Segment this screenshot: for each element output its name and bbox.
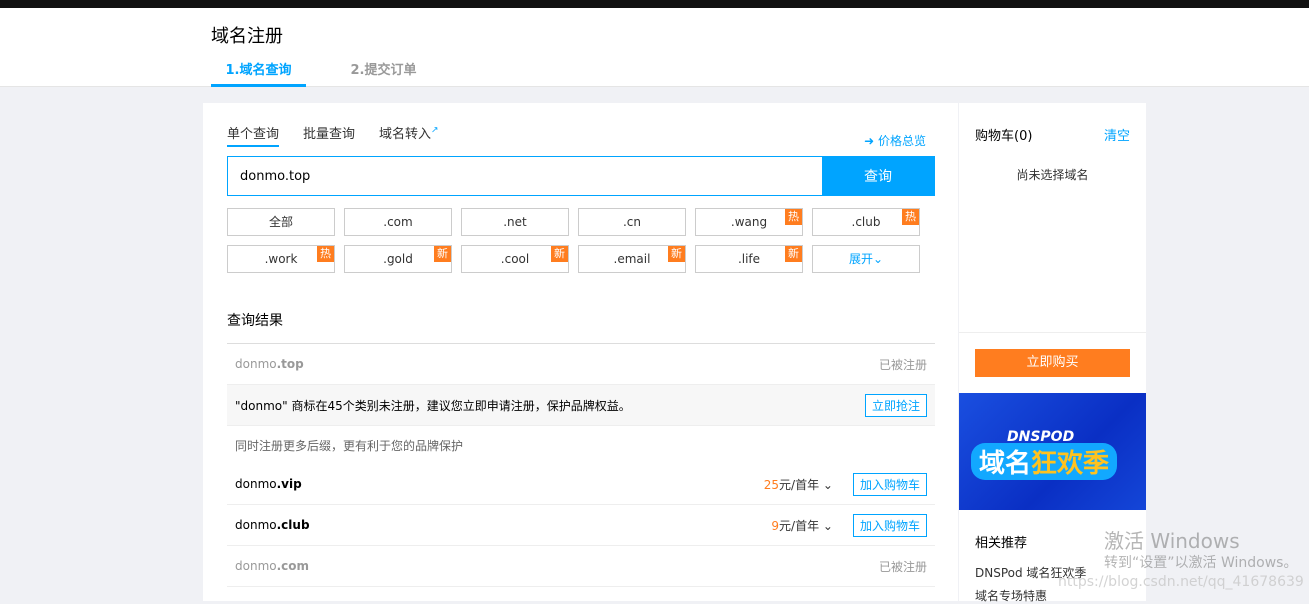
related-title: 相关推荐 — [975, 536, 1028, 551]
domain-name: donmo.vip — [235, 477, 302, 491]
new-badge: 新 — [551, 246, 568, 262]
step-domain-query[interactable]: 1.域名查询 — [211, 60, 306, 87]
suffix-label: .com — [383, 215, 413, 229]
suffix-option[interactable]: .cool 新 — [461, 245, 569, 273]
suffix-label: .club — [851, 215, 881, 229]
chevron-down-icon: ⌄ — [872, 252, 884, 266]
results-title: 查询结果 — [227, 313, 283, 329]
search-button[interactable]: 查询 — [822, 157, 934, 195]
windows-watermark-title: 激活 Windows — [1104, 529, 1240, 553]
blog-watermark: https://blog.csdn.net/qq_41678639 — [1058, 574, 1304, 590]
step-submit-order[interactable]: 2.提交订单 — [336, 60, 431, 87]
status-registered: 已被注册 — [878, 559, 927, 574]
divider — [959, 332, 1146, 333]
suffix-option[interactable]: .wang 热 — [695, 208, 803, 236]
suffix-option[interactable]: .email 新 — [578, 245, 686, 273]
banner-title: 域名狂欢季 — [971, 443, 1118, 480]
new-badge: 新 — [785, 246, 802, 262]
hot-badge: 热 — [785, 209, 802, 225]
result-row: donmo.top 已被注册 — [227, 344, 935, 385]
steps: 1.域名查询 2.提交订单 — [211, 60, 461, 87]
suffix-option[interactable]: 全部 — [227, 208, 335, 236]
hot-badge: 热 — [902, 209, 919, 225]
trademark-row: "donmo" 商标在45个类别未注册，建议您立即申请注册，保护品牌权益。 立即… — [227, 385, 935, 426]
domain-name: donmo.club — [235, 518, 310, 532]
hot-badge: 热 — [317, 246, 334, 262]
windows-watermark-text: 转到“设置”以激活 Windows。 — [1104, 555, 1298, 571]
register-trademark-button[interactable]: 立即抢注 — [864, 393, 927, 417]
suffix-label: .email — [613, 252, 651, 266]
clear-cart-link[interactable]: 清空 — [1104, 125, 1130, 144]
external-link-icon: ↗ — [431, 125, 439, 136]
page-header: 域名注册 1.域名查询 2.提交订单 — [0, 8, 1309, 87]
domain-name: donmo.top — [235, 357, 304, 371]
suffix-option[interactable]: .com — [344, 208, 452, 236]
new-badge: 新 — [434, 246, 451, 262]
promo-banner[interactable]: DNSPOD 域名狂欢季 — [959, 393, 1146, 510]
suffix-label: .cool — [500, 252, 530, 266]
suffix-option[interactable]: .gold 新 — [344, 245, 452, 273]
page-title: 域名注册 — [211, 26, 283, 47]
suffix-label: .work — [264, 252, 298, 266]
top-bar — [0, 0, 1309, 8]
tab-domain-transfer[interactable]: 域名转入↗ — [379, 123, 439, 147]
tab-batch-query[interactable]: 批量查询 — [303, 123, 355, 147]
result-row: donmo.club 9元/首年 ⌄ 加入购物车 — [227, 505, 935, 546]
tab-single-query[interactable]: 单个查询 — [227, 123, 280, 147]
suffix-option[interactable]: .cn — [578, 208, 686, 236]
suffix-grid: 全部 .com .net .cn .wang 热 .club 热 .work 热 .gold 新 .co… — [227, 208, 920, 273]
suffix-option[interactable]: .club 热 — [812, 208, 920, 236]
domain-name: donmo.com — [235, 559, 310, 573]
query-panel: 单个查询 批量查询 域名转入↗ ➜ 价格总览 查询 全部 .com .net .cn.… — [203, 103, 958, 601]
note-row: 同时注册更多后缀，更有利于您的品牌保护 — [227, 426, 935, 464]
chevron-down-icon: ⌄ — [822, 518, 833, 533]
suffix-label: .gold — [383, 252, 413, 266]
suffix-option[interactable]: .life 新 — [695, 245, 803, 273]
trademark-text: "donmo" 商标在45个类别未注册，建议您立即申请注册，保护品牌权益。 — [235, 398, 631, 413]
suffix-label: .life — [737, 252, 761, 266]
suffix-option[interactable]: .work 热 — [227, 245, 335, 273]
results-list: donmo.top 已被注册 "donmo" 商标在45个类别未注册，建议您立即… — [227, 343, 935, 587]
status-registered: 已被注册 — [878, 357, 927, 372]
cart-title: 购物车(0) — [975, 129, 1033, 144]
buy-now-button[interactable]: 立即购买 — [975, 349, 1130, 377]
related-link[interactable]: 域名专场特惠 — [975, 587, 1047, 604]
note-text: 同时注册更多后缀，更有利于您的品牌保护 — [235, 438, 464, 453]
new-badge: 新 — [668, 246, 685, 262]
chevron-down-icon: ⌄ — [822, 477, 833, 492]
arrow-circle-icon: ➜ — [864, 134, 875, 148]
suffix-option[interactable]: .net — [461, 208, 569, 236]
add-to-cart-button[interactable]: 加入购物车 — [852, 513, 927, 537]
domain-input[interactable] — [228, 157, 822, 195]
tab-label: 域名转入 — [379, 127, 432, 142]
suffix-label: 全部 — [268, 215, 293, 229]
suffix-label: .net — [503, 215, 527, 229]
suffix-label: 展开 — [848, 252, 873, 266]
suffix-label: .wang — [730, 215, 768, 229]
price-select[interactable]: 25元/首年 ⌄ — [764, 476, 833, 493]
result-row: donmo.com 已被注册 — [227, 546, 935, 587]
price-overview-label: 价格总览 — [877, 134, 926, 148]
price-select[interactable]: 9元/首年 ⌄ — [771, 517, 833, 534]
price-overview-link[interactable]: ➜ 价格总览 — [864, 132, 926, 149]
suffix-label: .cn — [622, 215, 642, 229]
search-box: 查询 — [227, 156, 935, 196]
result-row: donmo.vip 25元/首年 ⌄ 加入购物车 — [227, 464, 935, 505]
cart-empty-text: 尚未选择域名 — [1016, 168, 1089, 182]
expand-button[interactable]: 展开⌄ — [812, 245, 920, 273]
add-to-cart-button[interactable]: 加入购物车 — [852, 472, 927, 496]
